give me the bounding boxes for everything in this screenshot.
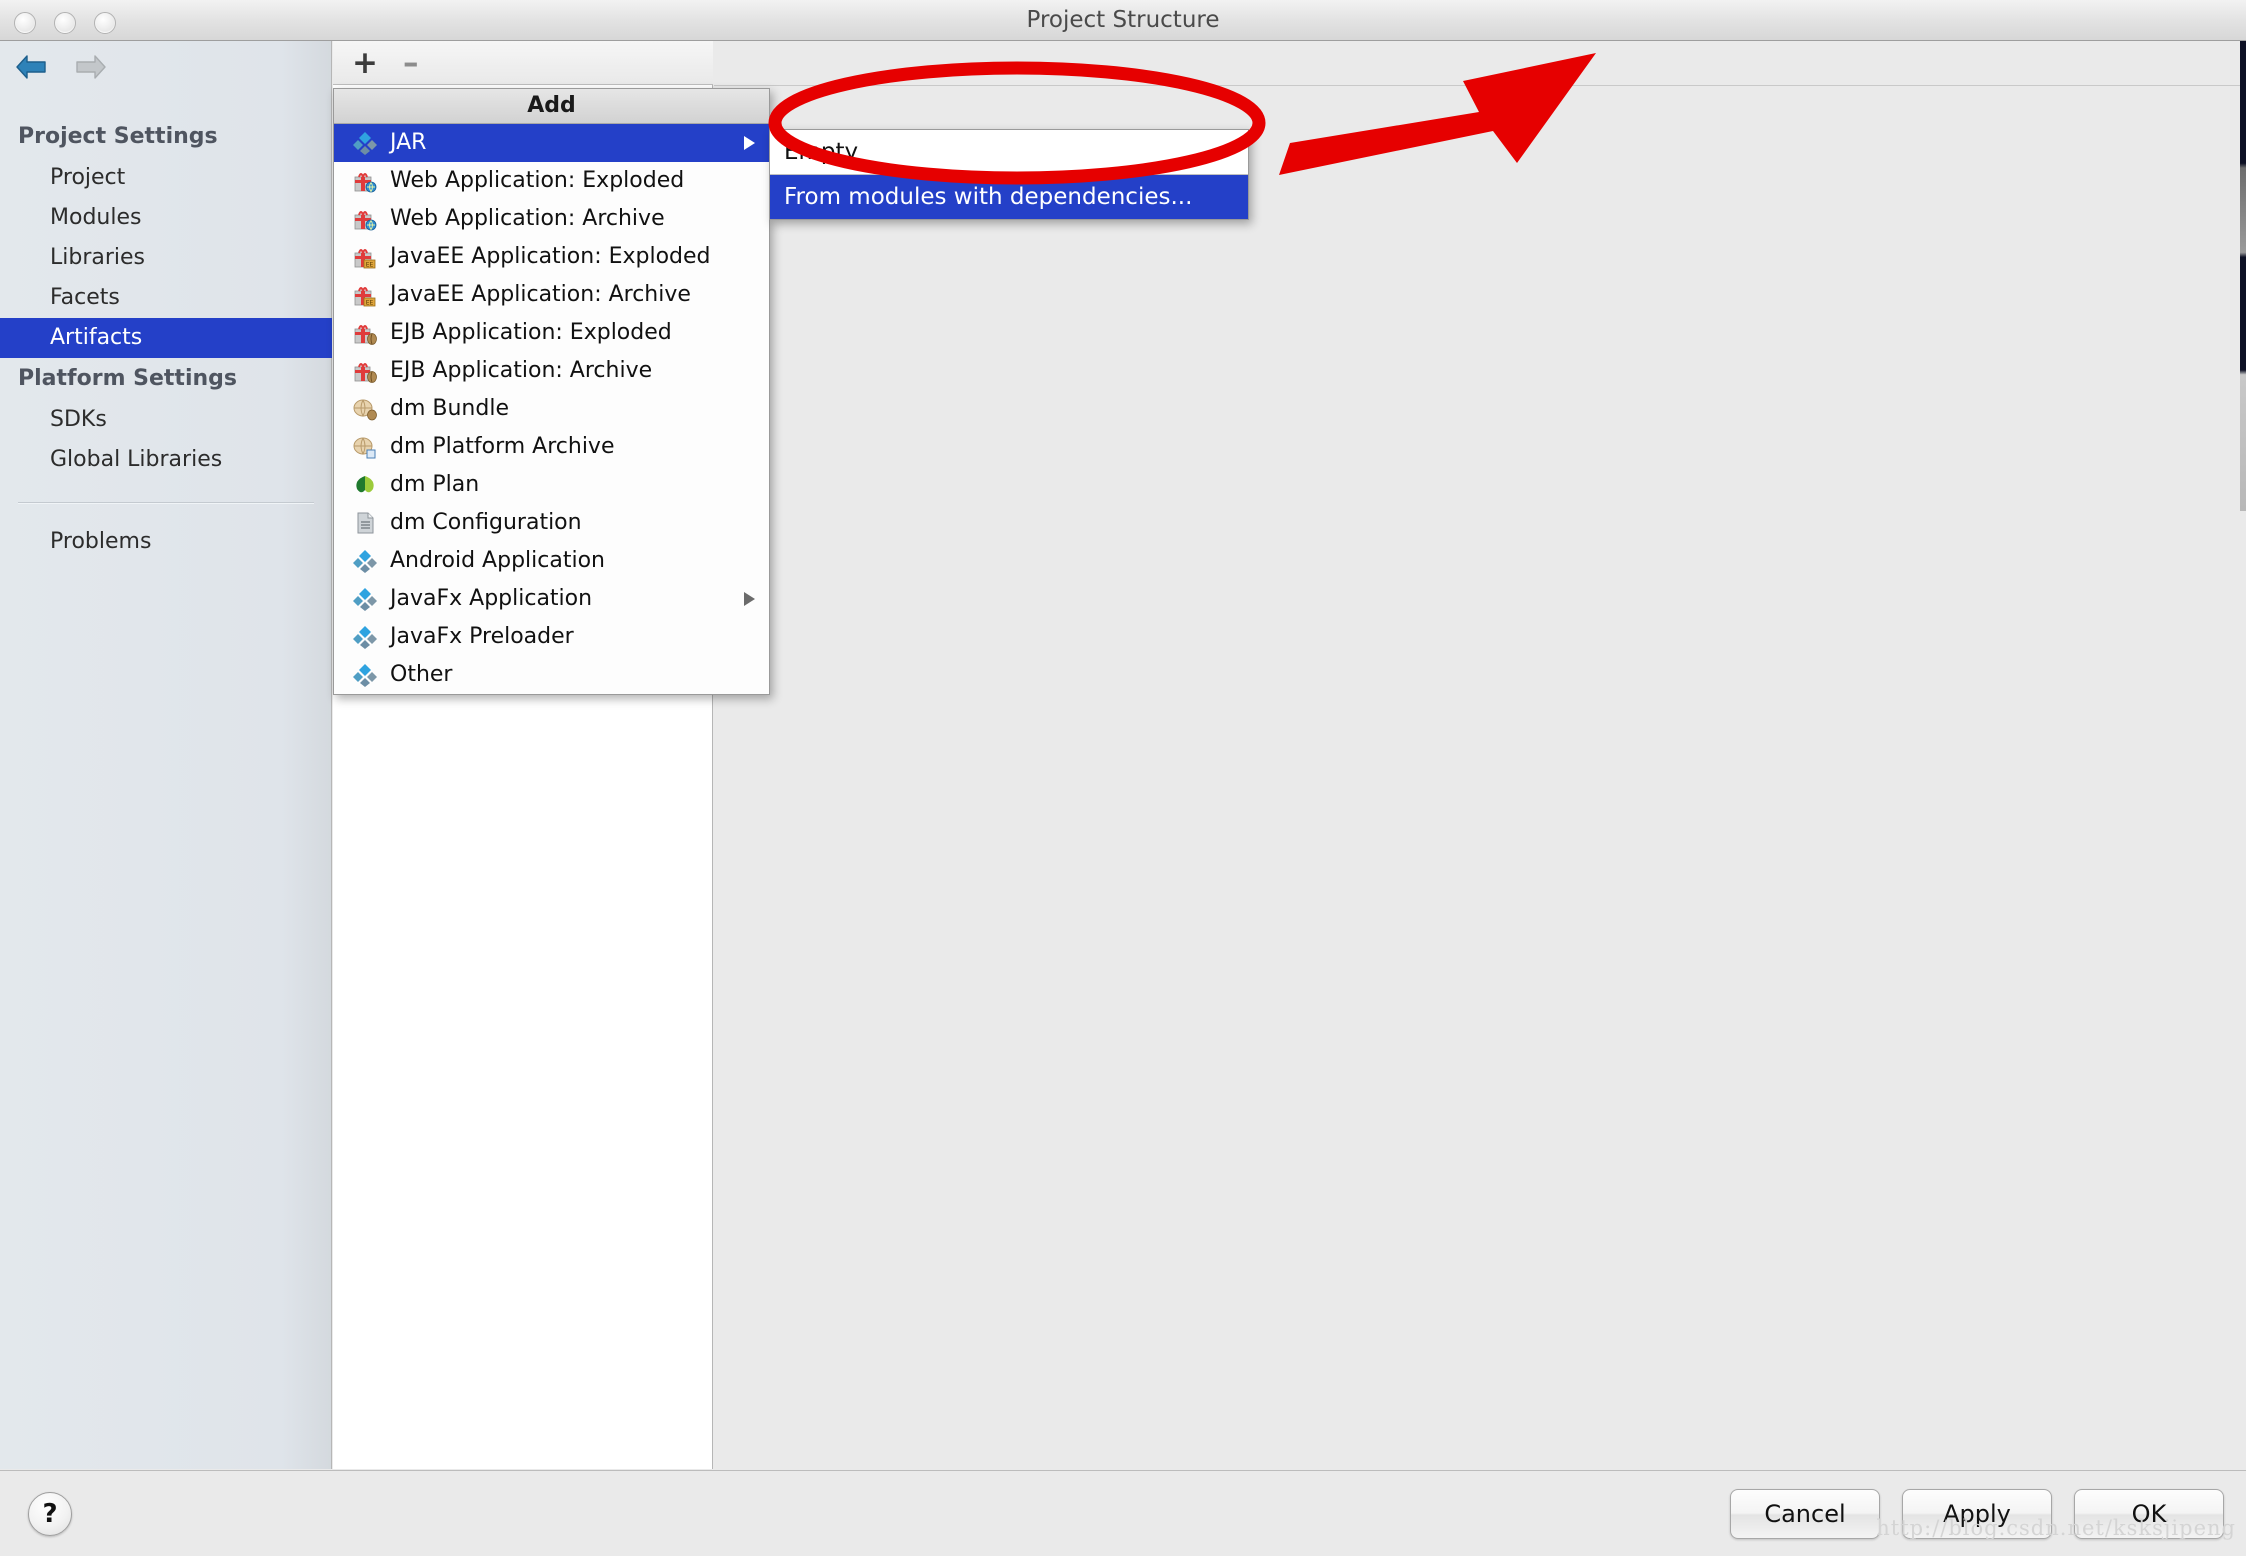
menu-item-android-application[interactable]: Android Application <box>334 542 769 580</box>
gift-ejb-icon <box>350 320 380 346</box>
forward-arrow-icon[interactable] <box>74 53 108 81</box>
screen-edge-artifact <box>2240 41 2246 511</box>
add-artifact-button[interactable]: + <box>352 48 378 79</box>
help-button[interactable]: ? <box>28 1492 72 1536</box>
menu-item-label: Other <box>390 662 453 687</box>
menu-item-label: dm Plan <box>390 472 480 497</box>
remove-artifact-button[interactable]: – <box>403 48 419 79</box>
menu-item-web-application-exploded[interactable]: Web Application: Exploded <box>334 162 769 200</box>
dialog-footer: ? Cancel Apply OK <box>0 1470 2246 1556</box>
menu-item-label: Android Application <box>390 548 605 573</box>
menu-item-label: dm Platform Archive <box>390 434 615 459</box>
gift-ee-icon: EE <box>350 244 380 270</box>
menu-item-label: dm Bundle <box>390 396 509 421</box>
submenu-item-from-modules-with-dependencies[interactable]: From modules with dependencies... <box>770 175 1248 219</box>
document-config-icon <box>350 510 380 536</box>
settings-sidebar: Project Settings Project Modules Librari… <box>0 41 332 1469</box>
sidebar-group-project-settings: Project Settings <box>18 124 218 149</box>
sidebar-item-artifacts[interactable]: Artifacts <box>0 318 332 358</box>
menu-item-web-application-archive[interactable]: Web Application: Archive <box>334 200 769 238</box>
menu-item-jar[interactable]: JAR <box>334 124 769 162</box>
svg-text:EE: EE <box>366 300 374 307</box>
menu-item-ejb-application-archive[interactable]: EJB Application: Archive <box>334 352 769 390</box>
menu-item-javaee-application-archive[interactable]: EE JavaEE Application: Archive <box>334 276 769 314</box>
javafx-diamond-icon <box>350 586 380 612</box>
artifact-toolbar: + – <box>333 41 713 85</box>
menu-item-label: EJB Application: Exploded <box>390 320 672 345</box>
sidebar-item-global-libraries[interactable]: Global Libraries <box>0 440 332 480</box>
sidebar-item-sdks[interactable]: SDKs <box>0 400 332 440</box>
window-titlebar: Project Structure <box>0 0 2246 41</box>
menu-item-label: Web Application: Archive <box>390 206 665 231</box>
menu-item-label: JavaEE Application: Archive <box>390 282 691 307</box>
sidebar-nav-list: Project Settings Project Modules Librari… <box>0 116 332 562</box>
gift-ejb-icon <box>350 358 380 384</box>
back-arrow-icon[interactable] <box>14 53 48 81</box>
popup-menu-title: Add <box>334 89 769 124</box>
cancel-button[interactable]: Cancel <box>1730 1489 1880 1539</box>
platform-archive-icon <box>350 434 380 460</box>
sidebar-item-libraries[interactable]: Libraries <box>0 238 332 278</box>
jar-diamond-icon <box>350 130 380 156</box>
bundle-icon <box>350 396 380 422</box>
android-diamond-icon <box>350 548 380 574</box>
menu-item-dm-bundle[interactable]: dm Bundle <box>334 390 769 428</box>
chevron-right-icon <box>744 592 755 606</box>
sidebar-item-project[interactable]: Project <box>0 158 332 198</box>
gift-web-icon <box>350 168 380 194</box>
sidebar-group-platform-settings: Platform Settings <box>18 366 237 391</box>
blog-watermark: http://blog.csdn.net/ksksjipeng <box>1876 1516 2236 1540</box>
svg-text:EE: EE <box>366 262 374 269</box>
sidebar-divider <box>18 502 314 504</box>
gift-ee-icon: EE <box>350 282 380 308</box>
menu-item-label: JavaFx Preloader <box>390 624 574 649</box>
menu-item-ejb-application-exploded[interactable]: EJB Application: Exploded <box>334 314 769 352</box>
menu-item-dm-configuration[interactable]: dm Configuration <box>334 504 769 542</box>
javafx-diamond-icon <box>350 624 380 650</box>
menu-item-label: EJB Application: Archive <box>390 358 653 383</box>
menu-item-dm-plan[interactable]: dm Plan <box>334 466 769 504</box>
detail-panel-divider <box>714 85 2246 86</box>
project-structure-window: Project Structure Project Settings Proje… <box>0 0 2246 1556</box>
artifact-detail-panel <box>714 41 2246 1469</box>
menu-item-javaee-application-exploded[interactable]: EE JavaEE Application: Exploded <box>334 238 769 276</box>
sidebar-item-problems[interactable]: Problems <box>0 522 332 562</box>
jar-submenu: Empty From modules with dependencies... <box>769 129 1249 220</box>
menu-item-label: JAR <box>390 130 427 155</box>
sidebar-item-facets[interactable]: Facets <box>0 278 332 318</box>
window-title: Project Structure <box>1026 7 1220 33</box>
menu-item-label: dm Configuration <box>390 510 582 535</box>
menu-item-other[interactable]: Other <box>334 656 769 694</box>
menu-item-label: JavaFx Application <box>390 586 593 611</box>
popup-menu-items: JAR Web Application: Exploded Web Applic… <box>334 124 769 694</box>
add-artifact-popup-menu: Add JAR Web Application: Exploded Web Ap… <box>333 88 770 695</box>
submenu-item-empty[interactable]: Empty <box>770 130 1248 174</box>
leaf-plan-icon <box>350 472 380 498</box>
sidebar-nav-buttons <box>14 53 108 81</box>
menu-item-label: Web Application: Exploded <box>390 168 685 193</box>
gift-web-icon <box>350 206 380 232</box>
sidebar-item-modules[interactable]: Modules <box>0 198 332 238</box>
menu-item-label: JavaEE Application: Exploded <box>390 244 711 269</box>
menu-item-javafx-preloader[interactable]: JavaFx Preloader <box>334 618 769 656</box>
menu-item-javafx-application[interactable]: JavaFx Application <box>334 580 769 618</box>
menu-item-dm-platform-archive[interactable]: dm Platform Archive <box>334 428 769 466</box>
chevron-right-icon <box>744 136 755 150</box>
other-diamond-icon <box>350 662 380 688</box>
